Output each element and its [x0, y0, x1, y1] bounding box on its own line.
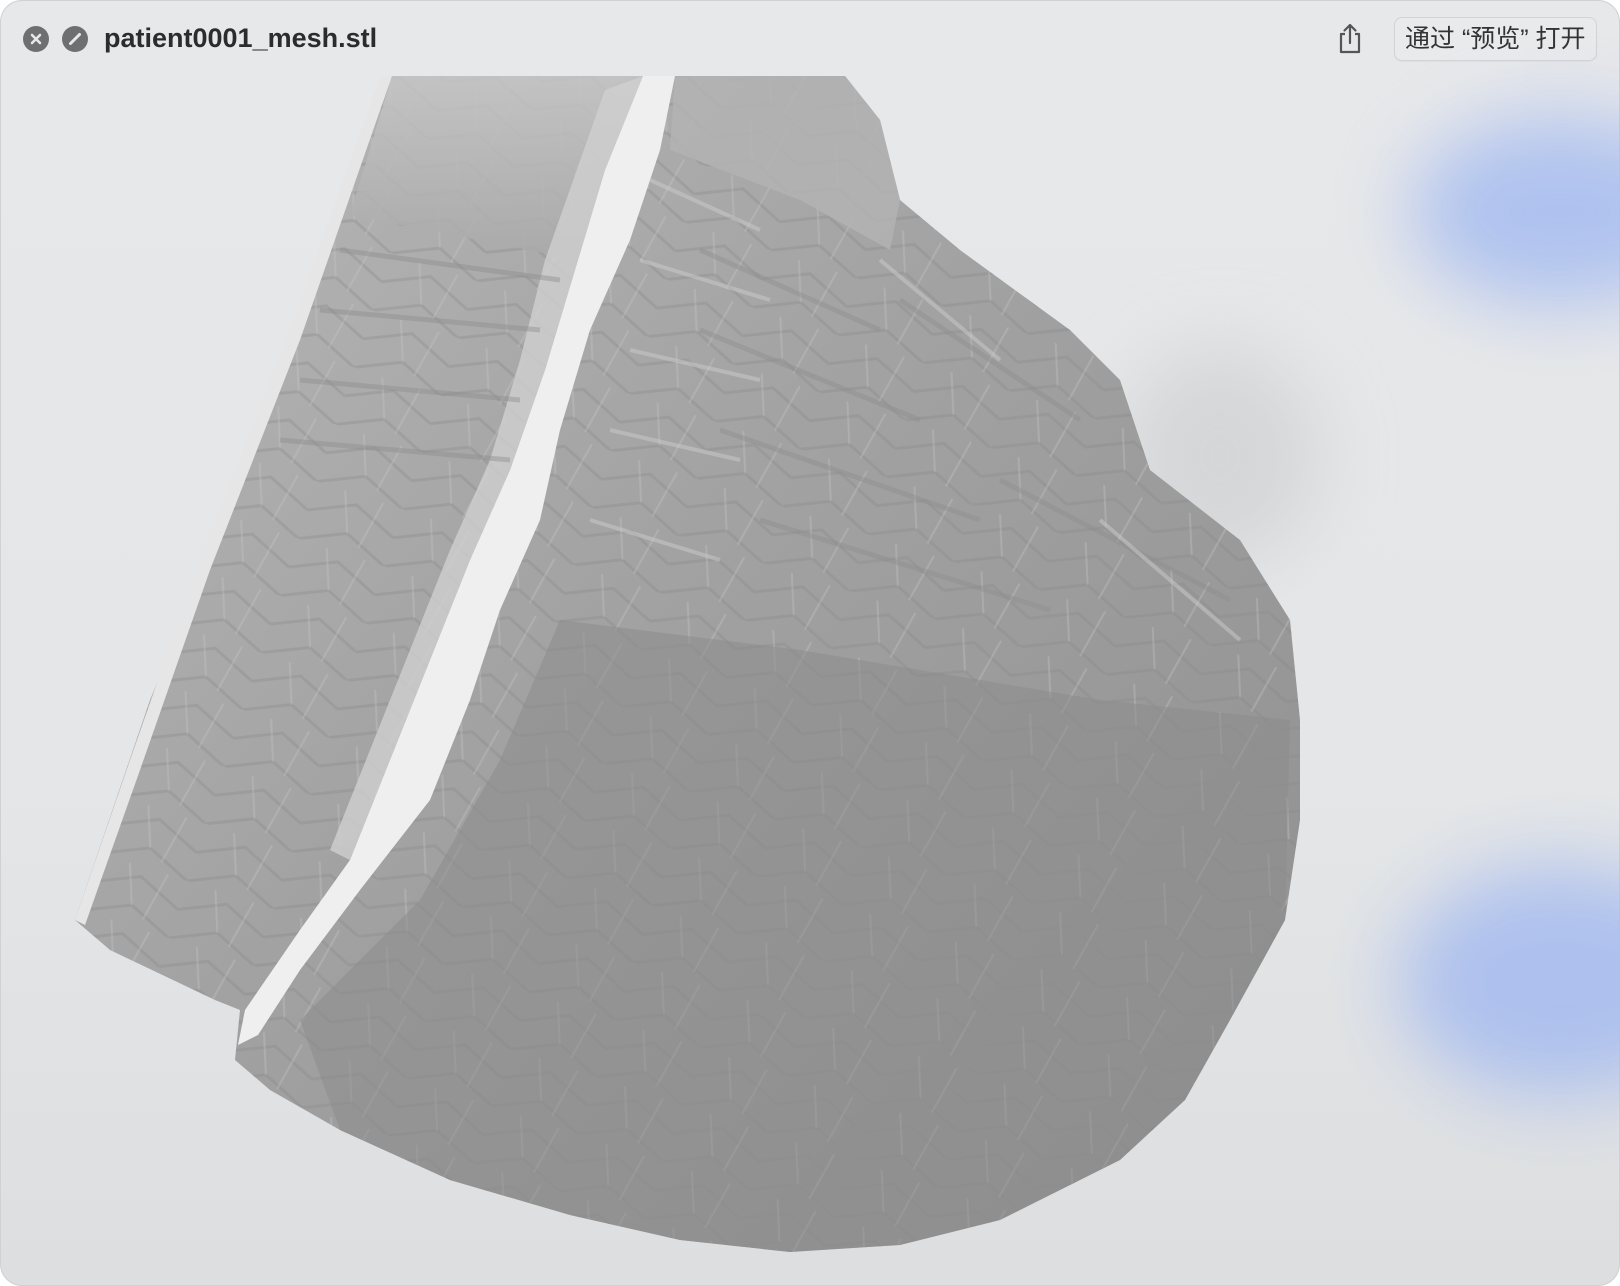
model-viewport[interactable] — [0, 76, 1620, 1286]
close-button[interactable] — [23, 26, 49, 52]
open-with-preview-button[interactable]: 通过 “预览” 打开 — [1394, 17, 1597, 61]
markup-button[interactable] — [62, 26, 88, 52]
3d-mesh-model[interactable] — [0, 76, 1620, 1286]
quicklook-window: patient0001_mesh.stl 通过 “预览” 打开 — [0, 0, 1620, 1286]
close-icon — [30, 33, 42, 45]
window-title: patient0001_mesh.stl — [104, 23, 378, 53]
title-bar: patient0001_mesh.stl 通过 “预览” 打开 — [0, 0, 1620, 76]
share-icon — [1339, 23, 1361, 54]
share-button[interactable] — [1330, 18, 1370, 58]
slash-circle-icon — [69, 33, 81, 45]
